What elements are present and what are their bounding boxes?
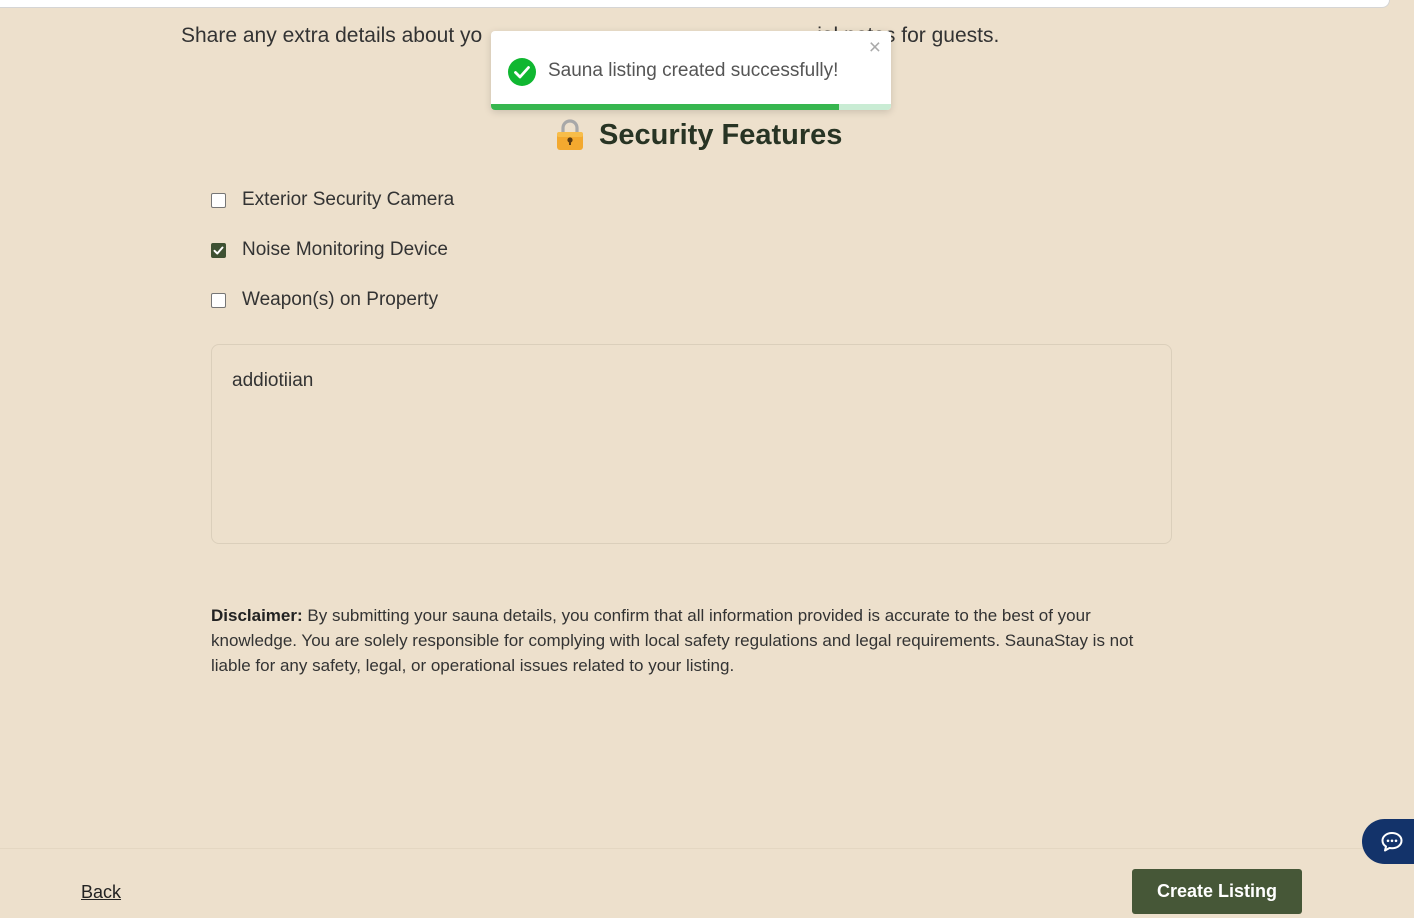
- checkmark-icon: [213, 246, 224, 254]
- section-title: Security Features: [599, 118, 843, 151]
- weapons-checkbox[interactable]: [211, 292, 226, 308]
- noise-monitoring-label[interactable]: Noise Monitoring Device: [242, 239, 448, 261]
- create-listing-button[interactable]: Create Listing: [1132, 869, 1302, 914]
- disclaimer-text: By submitting your sauna details, you co…: [211, 606, 1134, 675]
- lock-icon: [557, 119, 583, 150]
- top-card-edge: [0, 0, 1390, 8]
- disclaimer: Disclaimer: By submitting your sauna det…: [211, 603, 1171, 678]
- exterior-camera-checkbox[interactable]: [211, 192, 226, 208]
- toast-progress-track: [491, 104, 891, 110]
- check-circle-icon: [508, 58, 536, 86]
- security-option-weapons[interactable]: Weapon(s) on Property: [211, 289, 438, 311]
- exterior-camera-label[interactable]: Exterior Security Camera: [242, 189, 454, 211]
- security-option-noise-monitoring[interactable]: Noise Monitoring Device: [211, 239, 448, 261]
- weapons-label[interactable]: Weapon(s) on Property: [242, 289, 438, 311]
- footer-divider: [0, 848, 1414, 849]
- security-option-exterior-camera[interactable]: Exterior Security Camera: [211, 189, 454, 211]
- noise-monitoring-checkbox[interactable]: [211, 242, 226, 258]
- toast-message: Sauna listing created successfully!: [548, 60, 839, 81]
- back-link[interactable]: Back: [81, 882, 121, 903]
- chat-bubble-icon: [1381, 831, 1403, 851]
- description-text-left: Share any extra details about yo: [181, 24, 483, 47]
- chat-widget-button[interactable]: [1362, 819, 1414, 864]
- toast-progress-bar: [491, 104, 839, 110]
- success-toast: Sauna listing created successfully! ×: [491, 31, 891, 110]
- toast-close-button[interactable]: ×: [869, 37, 881, 58]
- security-notes-textarea[interactable]: addiotiian: [211, 344, 1172, 544]
- disclaimer-label: Disclaimer:: [211, 606, 303, 625]
- page: Share any extra details about yo ial note…: [0, 0, 1414, 918]
- section-heading: Security Features: [555, 118, 842, 152]
